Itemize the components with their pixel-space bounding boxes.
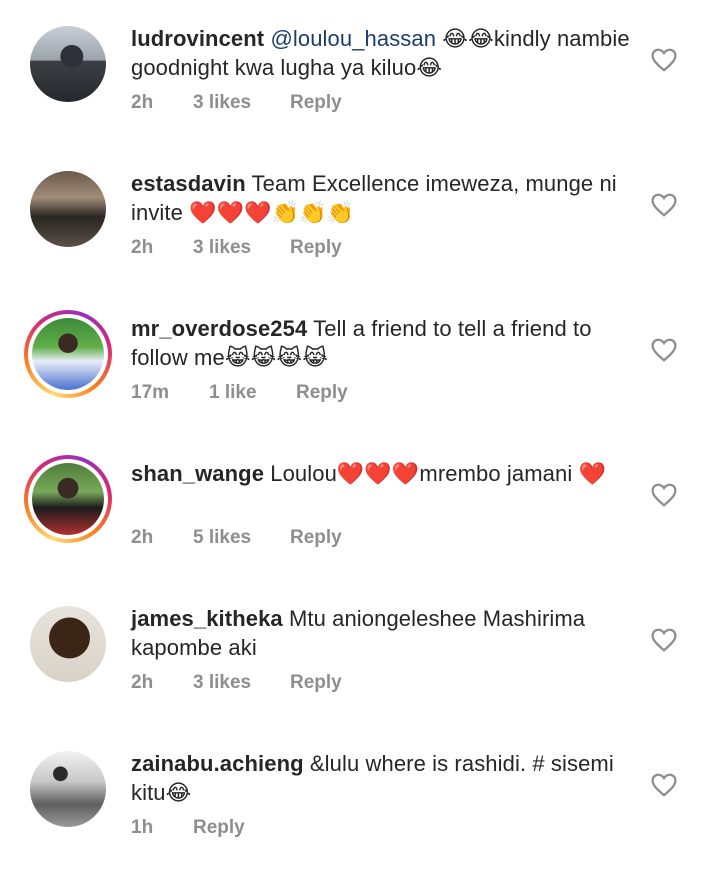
comment-body: mr_overdose254 Tell a friend to tell a f…	[131, 314, 631, 372]
comment-username[interactable]: mr_overdose254	[131, 316, 307, 341]
avatar[interactable]	[30, 751, 106, 827]
comment-text: james_kitheka Mtu aniongeleshee Mashirim…	[131, 604, 631, 662]
reply-button[interactable]: Reply	[290, 92, 342, 114]
comment-body: zainabu.achieng &lulu where is rashidi. …	[131, 749, 631, 807]
avatar-image	[32, 463, 104, 535]
comment-meta: 2h 5 likes Reply	[131, 527, 342, 549]
comment-username[interactable]: james_kitheka	[131, 606, 283, 631]
comment-meta: 2h 3 likes Reply	[131, 237, 342, 259]
comment-item: estasdavin Team Excellence imeweza, mung…	[0, 145, 720, 290]
comment-meta: 17m 1 like Reply	[131, 382, 348, 404]
avatar-story-ring[interactable]	[24, 310, 112, 398]
comment-meta: 2h 3 likes Reply	[131, 672, 342, 694]
comment-time: 2h	[131, 527, 154, 548]
comment-body: estasdavin Team Excellence imeweza, mung…	[131, 169, 631, 227]
heart-outline-icon[interactable]	[651, 628, 677, 652]
comment-likes[interactable]: 1 like	[209, 382, 296, 404]
avatar[interactable]	[30, 26, 106, 102]
comment-text: shan_wange Loulou❤️❤️❤️mrembo jamani ❤️	[131, 459, 631, 488]
heart-outline-icon[interactable]	[651, 48, 677, 72]
comment-text: estasdavin Team Excellence imeweza, mung…	[131, 169, 631, 227]
comment-meta: 2h 3 likes Reply	[131, 92, 342, 114]
avatar-image	[30, 26, 106, 102]
comment-time: 2h	[131, 92, 154, 113]
avatar-image	[30, 751, 106, 827]
comment-username[interactable]: shan_wange	[131, 461, 264, 486]
comment-time: 2h	[131, 672, 154, 693]
avatar-image	[30, 606, 106, 682]
comment-username[interactable]: zainabu.achieng	[131, 751, 304, 776]
comment-body: shan_wange Loulou❤️❤️❤️mrembo jamani ❤️	[131, 459, 631, 488]
comment-item: shan_wange Loulou❤️❤️❤️mrembo jamani ❤️ …	[0, 435, 720, 580]
reply-button[interactable]: Reply	[290, 527, 342, 549]
reply-button[interactable]: Reply	[296, 382, 348, 404]
avatar-story-ring[interactable]	[24, 455, 112, 543]
comment-meta: 1h Reply	[131, 817, 245, 839]
heart-outline-icon[interactable]	[651, 338, 677, 362]
comment-body: james_kitheka Mtu aniongeleshee Mashirim…	[131, 604, 631, 662]
heart-outline-icon[interactable]	[651, 773, 677, 797]
heart-outline-icon[interactable]	[651, 193, 677, 217]
comment-body: ludrovincent @loulou_hassan 😂😂kindly nam…	[131, 24, 631, 82]
comment-likes[interactable]: 3 likes	[193, 672, 290, 694]
comment-text: zainabu.achieng &lulu where is rashidi. …	[131, 749, 631, 807]
comment-likes[interactable]: 3 likes	[193, 237, 290, 259]
comment-username[interactable]: ludrovincent	[131, 26, 264, 51]
comment-time: 2h	[131, 237, 154, 258]
reply-button[interactable]: Reply	[290, 237, 342, 259]
comment-likes[interactable]: 3 likes	[193, 92, 290, 114]
comment-item: ludrovincent @loulou_hassan 😂😂kindly nam…	[0, 0, 720, 145]
comment-time: 17m	[131, 382, 170, 403]
avatar-image	[32, 318, 104, 390]
reply-button[interactable]: Reply	[290, 672, 342, 694]
comment-text: ludrovincent @loulou_hassan 😂😂kindly nam…	[131, 24, 631, 82]
avatar-image	[30, 171, 106, 247]
reply-button[interactable]: Reply	[193, 817, 245, 839]
comment-item: james_kitheka Mtu aniongeleshee Mashirim…	[0, 580, 720, 725]
comment-message: Loulou❤️❤️❤️mrembo jamani ❤️	[264, 461, 607, 486]
comment-text: mr_overdose254 Tell a friend to tell a f…	[131, 314, 631, 372]
comment-username[interactable]: estasdavin	[131, 171, 246, 196]
comment-mention[interactable]: @loulou_hassan	[270, 26, 436, 51]
heart-outline-icon[interactable]	[651, 483, 677, 507]
avatar[interactable]	[30, 606, 106, 682]
comment-likes[interactable]: 5 likes	[193, 527, 290, 549]
comment-time: 1h	[131, 817, 154, 838]
comment-item: zainabu.achieng &lulu where is rashidi. …	[0, 725, 720, 870]
comment-item: mr_overdose254 Tell a friend to tell a f…	[0, 290, 720, 435]
comment-list: ludrovincent @loulou_hassan 😂😂kindly nam…	[0, 0, 720, 856]
avatar[interactable]	[30, 171, 106, 247]
